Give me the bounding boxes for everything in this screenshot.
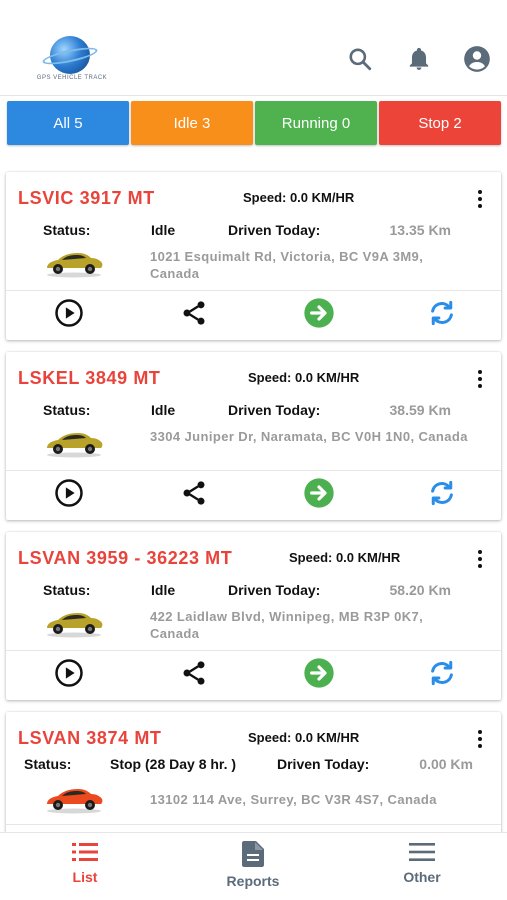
status-label: Status: — [43, 222, 91, 238]
app-header: GPS VEHICLE TRACK — [0, 0, 507, 96]
driven-today-value: 58.20 Km — [389, 582, 451, 598]
speed-text: Speed: 0.0 KM/HR — [248, 730, 360, 745]
car-icon — [44, 608, 104, 638]
vehicle-address: 13102 114 Ave, Surrey, BC V3R 4S7, Canad… — [150, 792, 437, 807]
search-icon[interactable] — [345, 44, 375, 74]
status-label: Status: — [24, 756, 72, 772]
card-divider — [6, 290, 501, 291]
arrow-right-circle-icon[interactable] — [302, 296, 336, 330]
tab-all[interactable]: All 5 — [7, 101, 129, 145]
share-icon[interactable] — [177, 656, 211, 690]
refresh-icon[interactable] — [425, 656, 459, 690]
nav-reports-label: Reports — [226, 873, 280, 889]
more-options-icon[interactable] — [471, 188, 489, 210]
vehicle-card[interactable]: LSVIC 3917 MT Speed: 0.0 KM/HR Status: I… — [6, 172, 501, 340]
tab-idle[interactable]: Idle 3 — [131, 101, 253, 145]
driven-today-label: Driven Today: — [228, 222, 321, 238]
vehicle-card[interactable]: LSKEL 3849 MT Speed: 0.0 KM/HR Status: I… — [6, 352, 501, 520]
driven-today-value: 0.00 Km — [419, 756, 473, 772]
vehicle-plate: LSVAN 3874 MT — [18, 728, 162, 748]
driven-today-label: Driven Today: — [277, 756, 370, 772]
refresh-icon[interactable] — [425, 476, 459, 510]
status-label: Status: — [43, 402, 91, 418]
app-logo: GPS VEHICLE TRACK — [36, 36, 108, 84]
driven-today-label: Driven Today: — [228, 402, 321, 418]
car-icon — [44, 428, 104, 458]
logo-text: GPS VEHICLE TRACK — [36, 75, 108, 81]
play-icon[interactable] — [52, 476, 86, 510]
nav-reports[interactable]: Reports — [193, 841, 313, 897]
card-divider — [6, 470, 501, 471]
arrow-right-circle-icon[interactable] — [302, 476, 336, 510]
nav-list-label: List — [72, 869, 98, 885]
tab-stop[interactable]: Stop 2 — [379, 101, 501, 145]
nav-other[interactable]: Other — [362, 841, 482, 897]
status-value: Stop (28 Day 8 hr. ) — [110, 756, 237, 772]
card-divider — [6, 824, 501, 825]
reports-icon — [242, 841, 264, 867]
menu-icon — [409, 843, 435, 861]
share-icon[interactable] — [177, 296, 211, 330]
nav-other-label: Other — [403, 869, 441, 885]
vehicle-plate: LSVAN 3959 - 36223 MT — [18, 548, 233, 568]
vehicle-list[interactable]: LSVIC 3917 MT Speed: 0.0 KM/HR Status: I… — [0, 158, 507, 832]
car-icon — [44, 784, 104, 814]
driven-today-value: 38.59 Km — [389, 402, 451, 418]
status-value: Idle — [151, 582, 176, 598]
more-options-icon[interactable] — [471, 368, 489, 390]
vehicle-address: 3304 Juniper Dr, Naramata, BC V0H 1N0, C… — [150, 429, 468, 444]
account-icon[interactable] — [462, 44, 492, 74]
refresh-icon[interactable] — [425, 296, 459, 330]
vehicle-plate: LSVIC 3917 MT — [18, 188, 155, 208]
car-icon — [44, 248, 104, 278]
more-options-icon[interactable] — [471, 728, 489, 750]
status-value: Idle — [151, 222, 176, 238]
arrow-right-circle-icon[interactable] — [302, 656, 336, 690]
bell-icon[interactable] — [404, 44, 434, 74]
nav-list[interactable]: List — [25, 841, 145, 897]
status-label: Status: — [43, 582, 91, 598]
more-options-icon[interactable] — [471, 548, 489, 570]
speed-text: Speed: 0.0 KM/HR — [248, 370, 360, 385]
driven-today-value: 13.35 Km — [389, 222, 451, 238]
play-icon[interactable] — [52, 656, 86, 690]
vehicle-plate: LSKEL 3849 MT — [18, 368, 161, 388]
card-divider — [6, 650, 501, 651]
vehicle-address: 1021 Esquimalt Rd, Victoria, BC V9A 3M9,… — [150, 249, 424, 281]
bottom-nav: List Reports Other — [0, 832, 507, 900]
driven-today-label: Driven Today: — [228, 582, 321, 598]
tab-running[interactable]: Running 0 — [255, 101, 377, 145]
speed-text: Speed: 0.0 KM/HR — [289, 550, 401, 565]
share-icon[interactable] — [177, 476, 211, 510]
vehicle-card[interactable]: LSVAN 3874 MT Speed: 0.0 KM/HR Status: S… — [6, 712, 501, 832]
play-icon[interactable] — [52, 296, 86, 330]
status-value: Idle — [151, 402, 176, 418]
status-filter-bar: All 5 Idle 3 Running 0 Stop 2 — [7, 101, 501, 145]
list-icon — [72, 843, 98, 861]
vehicle-card[interactable]: LSVAN 3959 - 36223 MT Speed: 0.0 KM/HR S… — [6, 532, 501, 700]
speed-text: Speed: 0.0 KM/HR — [243, 190, 355, 205]
vehicle-address: 422 Laidlaw Blvd, Winnipeg, MB R3P 0K7, … — [150, 609, 424, 641]
